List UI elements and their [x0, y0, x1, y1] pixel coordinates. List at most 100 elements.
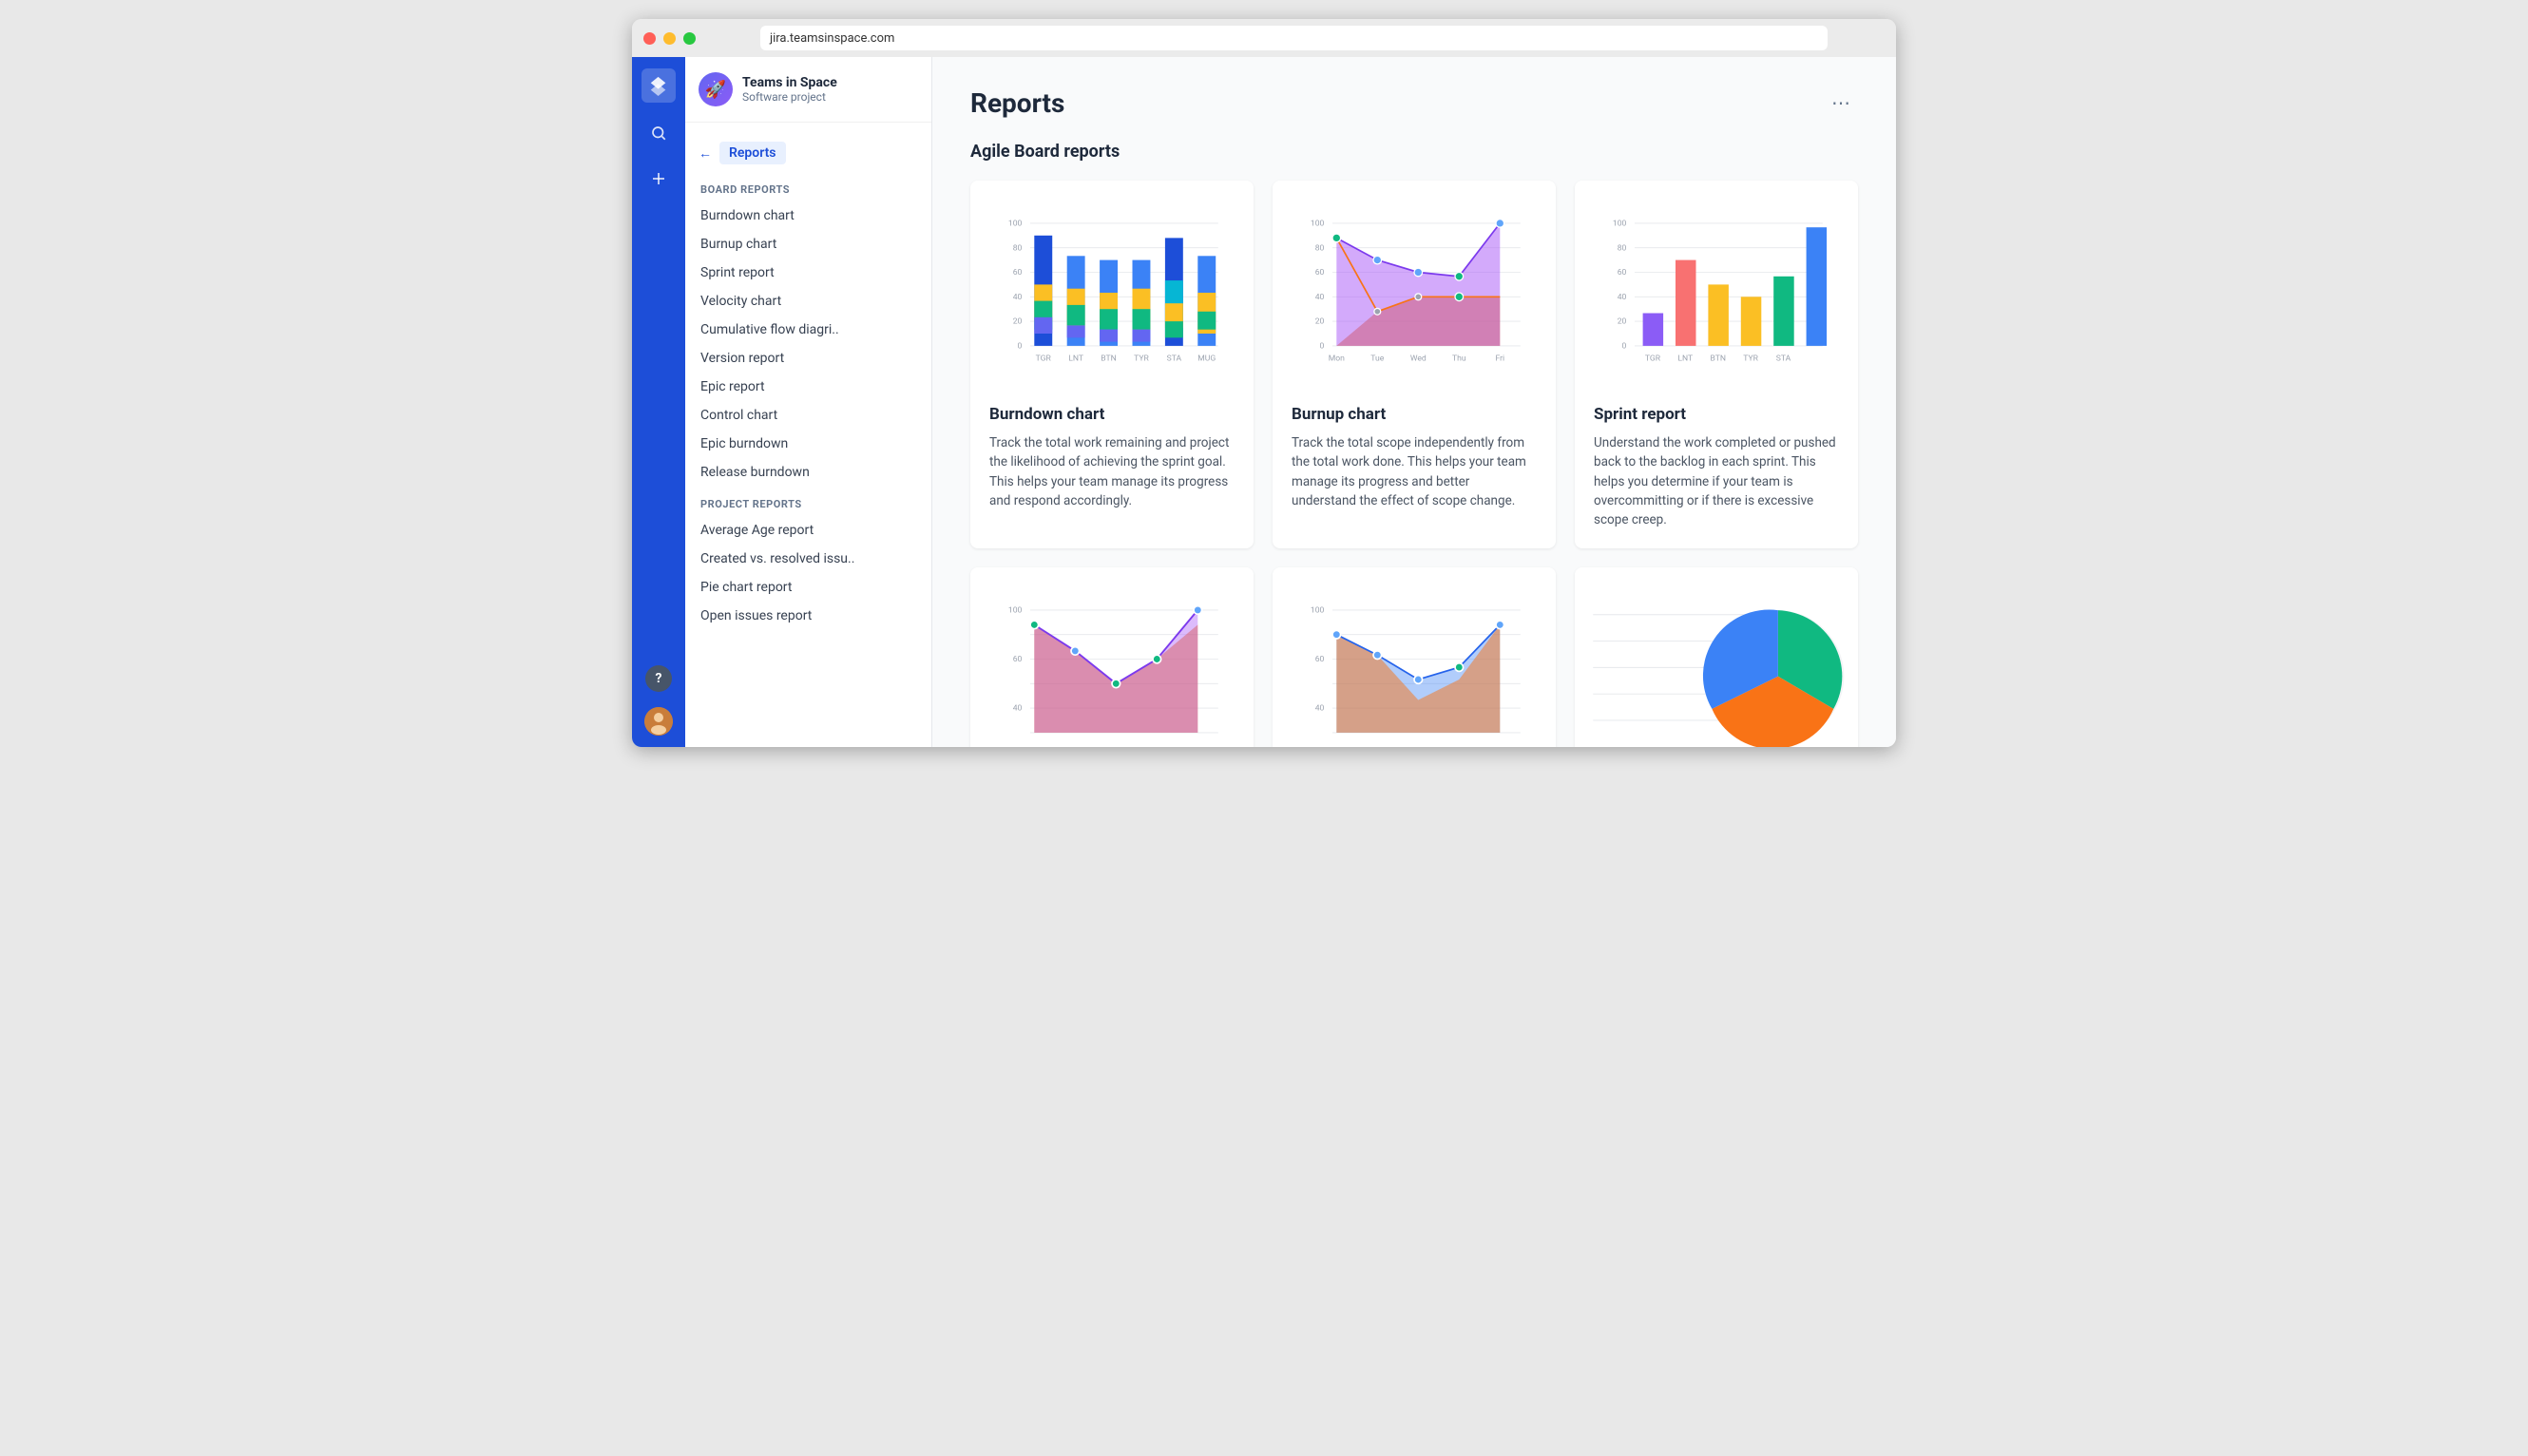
project-header: 🚀 Teams in Space Software project: [685, 57, 931, 123]
burndown-title: Burndown chart: [989, 405, 1235, 424]
search-nav-icon[interactable]: [643, 118, 674, 148]
burnup-desc: Track the total scope independently from…: [1292, 433, 1537, 510]
sprint-title: Sprint report: [1594, 405, 1839, 424]
sidebar-item-open-issues[interactable]: Open issues report: [685, 602, 931, 630]
svg-text:BTN: BTN: [1101, 354, 1117, 363]
svg-text:60: 60: [1315, 655, 1325, 664]
svg-text:100: 100: [1311, 606, 1325, 616]
svg-text:60: 60: [1013, 268, 1023, 278]
more-menu-button[interactable]: ⋯: [1824, 87, 1858, 119]
burndown-chart-svg: 100 80 60 40 20 0: [989, 196, 1235, 390]
burnup-chart-svg: 100 80 60 40 20 0: [1292, 196, 1537, 390]
svg-text:BTN: BTN: [1710, 354, 1726, 363]
sidebar-item-release-burndown[interactable]: Release burndown: [685, 458, 931, 487]
sidebar-reports-label: Reports: [719, 142, 786, 164]
browser-content: ? 🚀 Teams in Space Software project: [632, 57, 1896, 747]
maximize-button[interactable]: [683, 32, 696, 45]
svg-text:STA: STA: [1167, 354, 1182, 363]
svg-text:TGR: TGR: [1645, 354, 1661, 363]
control-chart-svg: [1584, 577, 1848, 747]
svg-text:80: 80: [1315, 243, 1325, 253]
svg-text:Fri: Fri: [1495, 354, 1504, 363]
sidebar-item-pie-chart[interactable]: Pie chart report: [685, 573, 931, 602]
url-text: jira.teamsinspace.com: [770, 31, 894, 46]
help-icon[interactable]: ?: [645, 665, 672, 692]
burnup-card[interactable]: 100 80 60 40 20 0: [1273, 181, 1556, 548]
jira-logo[interactable]: [642, 68, 676, 103]
burnup-info: Burnup chart Track the total scope indep…: [1273, 390, 1556, 529]
page-header: Reports ⋯: [970, 87, 1858, 119]
project-type: Software project: [742, 90, 837, 104]
svg-text:0: 0: [1320, 341, 1325, 351]
svg-text:STA: STA: [1776, 354, 1791, 363]
version-card[interactable]: 100 60 40: [1273, 567, 1556, 747]
burndown-info: Burndown chart Track the total work rema…: [970, 390, 1254, 529]
svg-text:60: 60: [1013, 655, 1023, 664]
sidebar-item-created-vs-resolved[interactable]: Created vs. resolved issu..: [685, 545, 931, 573]
burndown-chart-area: 100 80 60 40 20 0: [970, 181, 1254, 390]
burnup-chart-area: 100 80 60 40 20 0: [1273, 181, 1556, 390]
sidebar-item-burndown[interactable]: Burndown chart: [685, 201, 931, 230]
section-title: Agile Board reports: [970, 142, 1858, 162]
sprint-info: Sprint report Understand the work comple…: [1575, 390, 1858, 548]
svg-text:40: 40: [1013, 704, 1023, 714]
svg-text:60: 60: [1618, 268, 1627, 278]
control-chart-area: [1575, 567, 1858, 747]
minimize-button[interactable]: [663, 32, 676, 45]
reports-grid: 100 80 60 40 20 0: [970, 181, 1858, 747]
burnup-title: Burnup chart: [1292, 405, 1537, 424]
velocity-card[interactable]: 100 60 40: [970, 567, 1254, 747]
sprint-chart-area: 100 80 60 40 20 0: [1575, 181, 1858, 390]
svg-text:TGR: TGR: [1036, 354, 1052, 363]
board-reports-section-label: BOARD REPORTS: [685, 172, 931, 201]
svg-text:100: 100: [1311, 219, 1325, 228]
svg-text:100: 100: [1008, 219, 1023, 228]
burndown-desc: Track the total work remaining and proje…: [989, 433, 1235, 510]
svg-text:TYR: TYR: [1134, 354, 1149, 363]
sprint-desc: Understand the work completed or pushed …: [1594, 433, 1839, 529]
project-name: Teams in Space: [742, 75, 837, 90]
svg-text:40: 40: [1315, 293, 1325, 302]
sidebar-item-velocity[interactable]: Velocity chart: [685, 287, 931, 316]
svg-text:0: 0: [1018, 341, 1023, 351]
version-chart-area: 100 60 40: [1273, 567, 1556, 747]
page-title: Reports: [970, 87, 1064, 119]
browser-titlebar: jira.teamsinspace.com: [632, 19, 1896, 57]
svg-text:40: 40: [1315, 704, 1325, 714]
svg-text:Wed: Wed: [1410, 354, 1427, 363]
svg-text:80: 80: [1618, 243, 1627, 253]
sidebar-item-burnup[interactable]: Burnup chart: [685, 230, 931, 259]
address-bar[interactable]: jira.teamsinspace.com: [760, 26, 1828, 50]
sidebar-back-button[interactable]: ← Reports: [685, 134, 931, 172]
user-avatar[interactable]: [644, 707, 673, 736]
back-arrow-icon: ←: [699, 145, 712, 162]
velocity-chart-svg: 100 60 40: [989, 583, 1235, 747]
sprint-card[interactable]: 100 80 60 40 20 0: [1575, 181, 1858, 548]
sprint-chart-svg: 100 80 60 40 20 0: [1594, 196, 1839, 390]
create-nav-icon[interactable]: [643, 163, 674, 194]
version-chart-svg: 100 60 40: [1292, 583, 1537, 747]
svg-text:Tue: Tue: [1370, 354, 1384, 363]
svg-text:TYR: TYR: [1743, 354, 1758, 363]
close-button[interactable]: [643, 32, 656, 45]
sidebar-item-cumulative[interactable]: Cumulative flow diagri..: [685, 316, 931, 344]
svg-text:0: 0: [1622, 341, 1627, 351]
burndown-card[interactable]: 100 80 60 40 20 0: [970, 181, 1254, 548]
project-avatar: 🚀: [699, 72, 733, 106]
svg-text:20: 20: [1315, 317, 1325, 327]
velocity-chart-area: 100 60 40: [970, 567, 1254, 747]
svg-text:MUG: MUG: [1197, 354, 1216, 363]
control-card[interactable]: Control chart Shows cycle time for the p…: [1575, 567, 1858, 747]
sidebar-item-control[interactable]: Control chart: [685, 401, 931, 430]
sidebar-item-average-age[interactable]: Average Age report: [685, 516, 931, 545]
svg-text:LNT: LNT: [1677, 354, 1693, 363]
svg-text:LNT: LNT: [1068, 354, 1083, 363]
sidebar-item-epic[interactable]: Epic report: [685, 373, 931, 401]
sidebar-item-version[interactable]: Version report: [685, 344, 931, 373]
jira-global-nav: ?: [632, 57, 685, 747]
sidebar-item-sprint[interactable]: Sprint report: [685, 259, 931, 287]
svg-text:20: 20: [1013, 317, 1023, 327]
svg-text:100: 100: [1008, 606, 1023, 616]
sidebar: 🚀 Teams in Space Software project ← Repo…: [685, 57, 932, 747]
sidebar-item-epic-burndown[interactable]: Epic burndown: [685, 430, 931, 458]
